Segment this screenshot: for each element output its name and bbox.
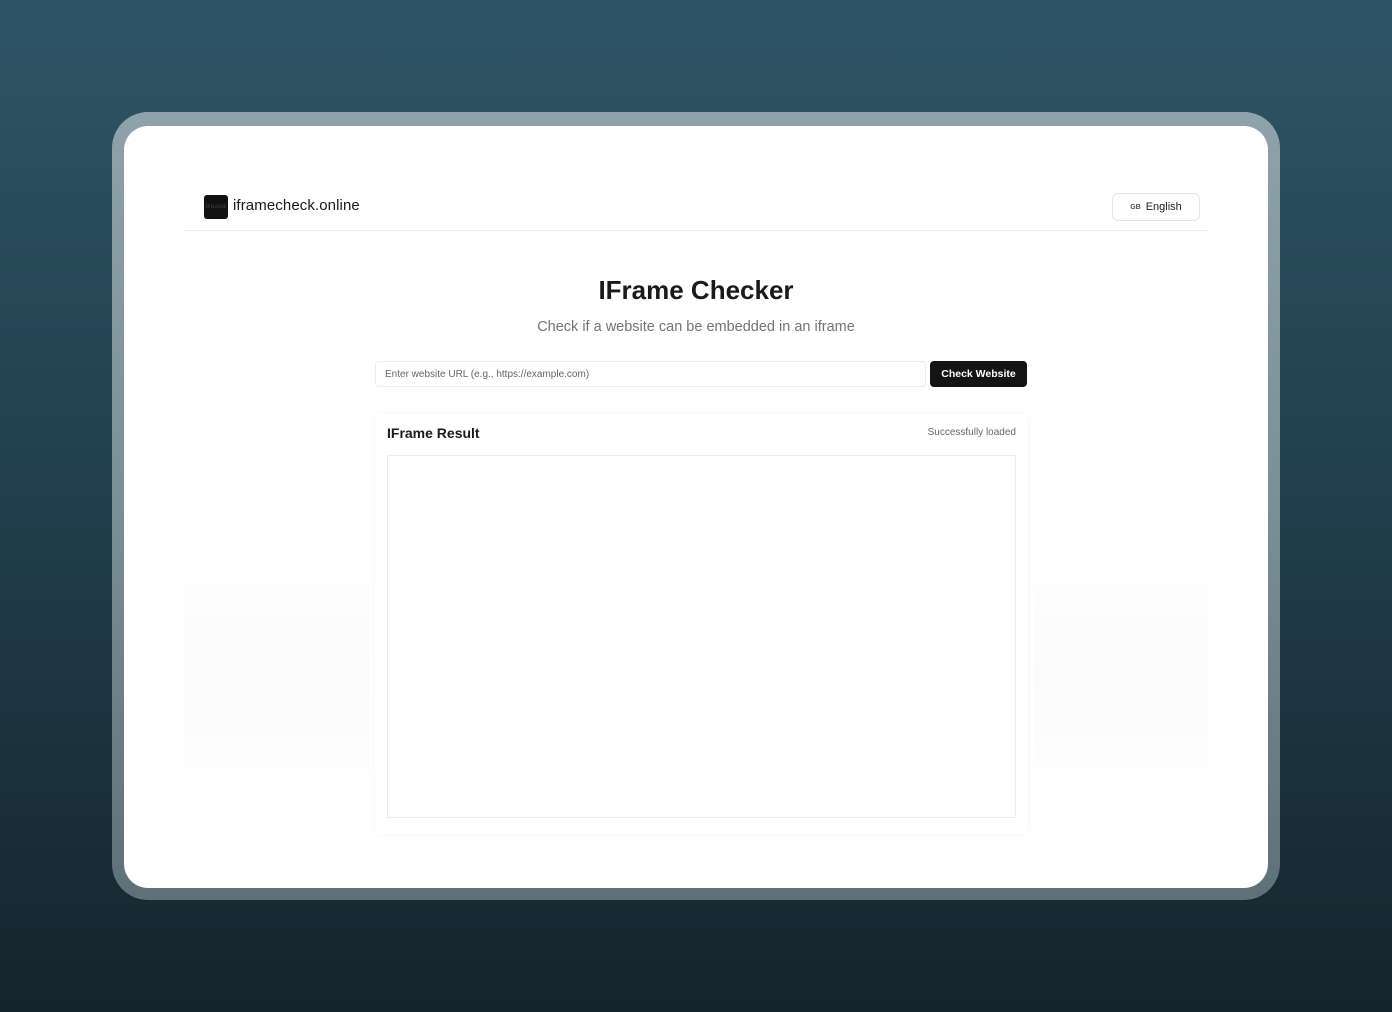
site-header: IFRAME iframecheck.online GB English [184,186,1208,231]
page-title: IFrame Checker [598,275,794,305]
language-label: English [1145,201,1182,213]
result-title: IFrame Result [387,425,480,441]
right-background-panel [1034,526,1208,826]
page-subtitle: Check if a website can be embedded in an… [537,319,855,335]
left-background-panel [184,526,370,826]
site-logo[interactable]: IFRAME [204,195,228,219]
check-website-button[interactable]: Check Website [930,361,1027,387]
url-input[interactable] [375,361,926,387]
site-name[interactable]: iframecheck.online [233,197,360,214]
gb-flag-icon: GB [1130,203,1141,211]
browser-screen: IFRAME iframecheck.online GB English IFr… [124,126,1268,888]
result-status: Successfully loaded [927,427,1016,438]
language-selector-button[interactable]: GB English [1112,193,1200,221]
iframe-preview[interactable] [387,455,1016,818]
iframe-result-card: IFrame Result Successfully loaded [375,414,1028,834]
